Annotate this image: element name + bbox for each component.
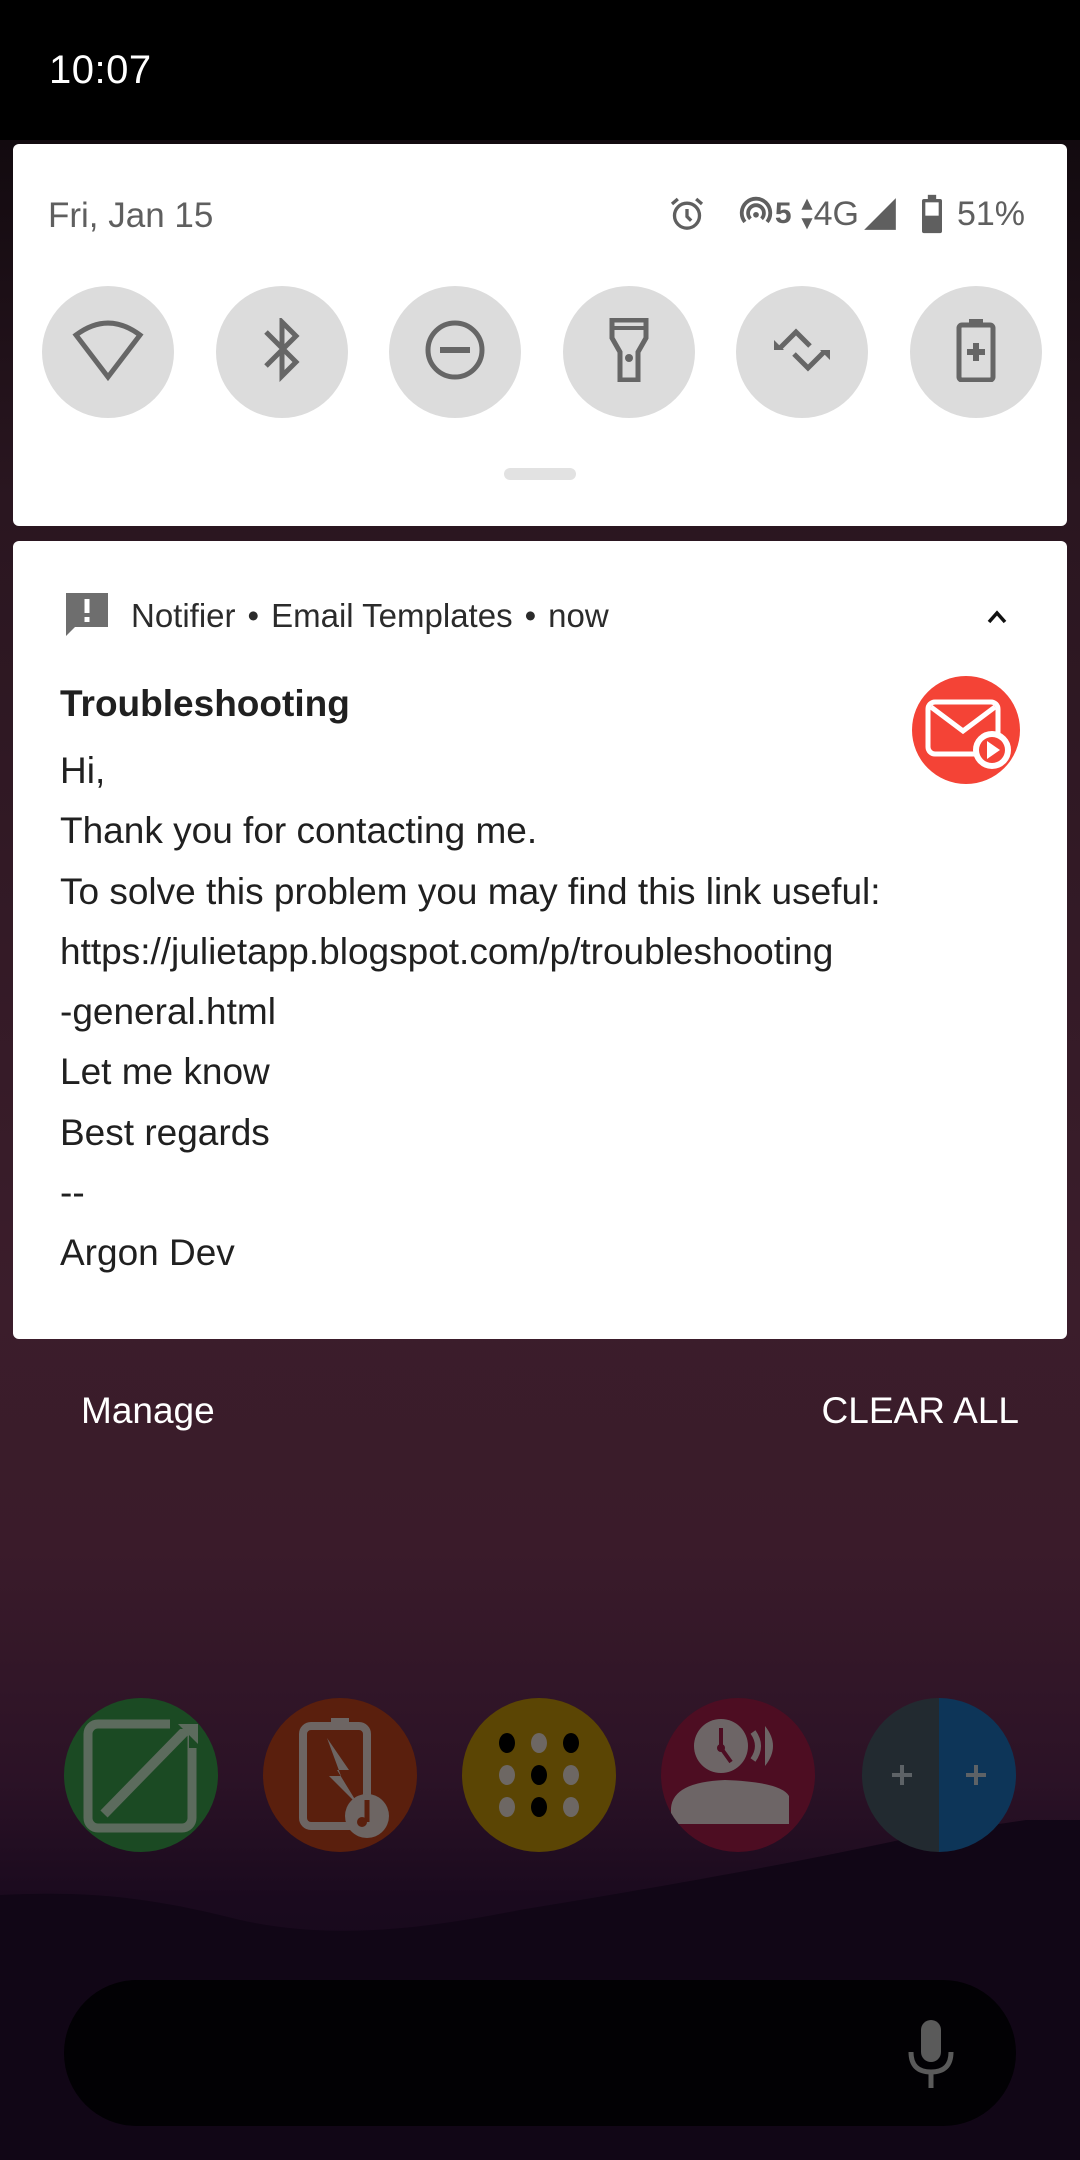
- dock-app-dual-plus[interactable]: [862, 1698, 1016, 1852]
- bluetooth-icon: [262, 315, 302, 387]
- edit-tile-icon: [64, 1719, 218, 1852]
- tile-do-not-disturb[interactable]: [389, 286, 522, 418]
- body-line: Let me know: [60, 1051, 270, 1093]
- tile-wifi[interactable]: [42, 286, 174, 418]
- notification-separator: •: [247, 597, 260, 634]
- body-line: Best regards: [60, 1111, 270, 1153]
- search-bar[interactable]: [64, 1980, 1016, 2126]
- dock-app-battery-sound[interactable]: [263, 1698, 417, 1852]
- wifi-icon: [72, 319, 144, 386]
- tile-bluetooth[interactable]: [215, 286, 348, 418]
- tile-flashlight[interactable]: [562, 286, 695, 418]
- dots-grid-icon: [462, 1733, 616, 1852]
- status-clock: 10:07: [49, 48, 152, 92]
- battery-sound-icon: [263, 1718, 417, 1852]
- quick-settings-panel: Fri, Jan 15 5 4G 51%: [13, 144, 1067, 526]
- notification-time: now: [548, 597, 609, 634]
- qs-expand-handle[interactable]: [504, 468, 576, 480]
- flashlight-icon: [609, 317, 649, 387]
- tile-auto-rotate[interactable]: [736, 286, 869, 418]
- collapse-chevron-icon[interactable]: [979, 599, 1015, 635]
- body-line: --: [60, 1172, 85, 1214]
- dock-app-alarm-speaker[interactable]: [661, 1698, 815, 1852]
- notification-card[interactable]: Notifier • Email Templates • now Trouble…: [13, 541, 1067, 1339]
- dock-app-edit[interactable]: [64, 1698, 218, 1852]
- notification-header: Notifier • Email Templates • now: [63, 591, 609, 641]
- manage-button[interactable]: Manage: [81, 1390, 215, 1432]
- cell-signal-icon: [861, 195, 899, 233]
- alarm-speaker-icon: [661, 1719, 815, 1852]
- notification-body: Hi, Thank you for contacting me. To solv…: [60, 741, 1020, 1284]
- body-line: Hi,: [60, 750, 106, 791]
- microphone-icon[interactable]: [908, 2020, 954, 2088]
- body-line: Argon Dev: [60, 1232, 235, 1274]
- do-not-disturb-icon: [423, 318, 487, 387]
- status-bar: 10:07: [0, 0, 1080, 140]
- clear-all-button[interactable]: CLEAR ALL: [822, 1390, 1019, 1432]
- hotspot-count: 5: [774, 197, 792, 230]
- data-activity-icon: [800, 197, 814, 231]
- auto-rotate-icon: [770, 318, 834, 387]
- dual-plus-icon: [862, 1765, 1016, 1852]
- battery-percent: 51%: [956, 194, 1025, 233]
- body-link-line[interactable]: https://julietapp.blogspot.com/p/trouble…: [60, 922, 1020, 982]
- qs-status-icons: 5 4G 51%: [667, 192, 1025, 236]
- body-line: Thank you for contacting me.: [60, 810, 538, 852]
- battery-saver-icon: [956, 318, 996, 387]
- qs-tiles: [42, 286, 1042, 418]
- qs-date[interactable]: Fri, Jan 15: [48, 196, 213, 236]
- body-line: To solve this problem you may find this …: [60, 870, 881, 912]
- notification-app-name: Notifier: [131, 597, 236, 634]
- notification-separator: •: [524, 597, 537, 634]
- battery-icon: [919, 194, 945, 234]
- network-type: 4G: [813, 194, 859, 233]
- dock-app-dots[interactable]: [462, 1698, 616, 1852]
- body-link-line[interactable]: -general.html: [60, 982, 1020, 1042]
- alert-message-icon: [63, 591, 111, 641]
- notification-title: Troubleshooting: [60, 683, 350, 724]
- tile-battery-saver[interactable]: [909, 286, 1042, 418]
- hotspot-icon: [737, 195, 775, 233]
- home-dock: [64, 1698, 1016, 1852]
- alarm-icon: [667, 194, 707, 234]
- notification-channel: Email Templates: [271, 597, 513, 634]
